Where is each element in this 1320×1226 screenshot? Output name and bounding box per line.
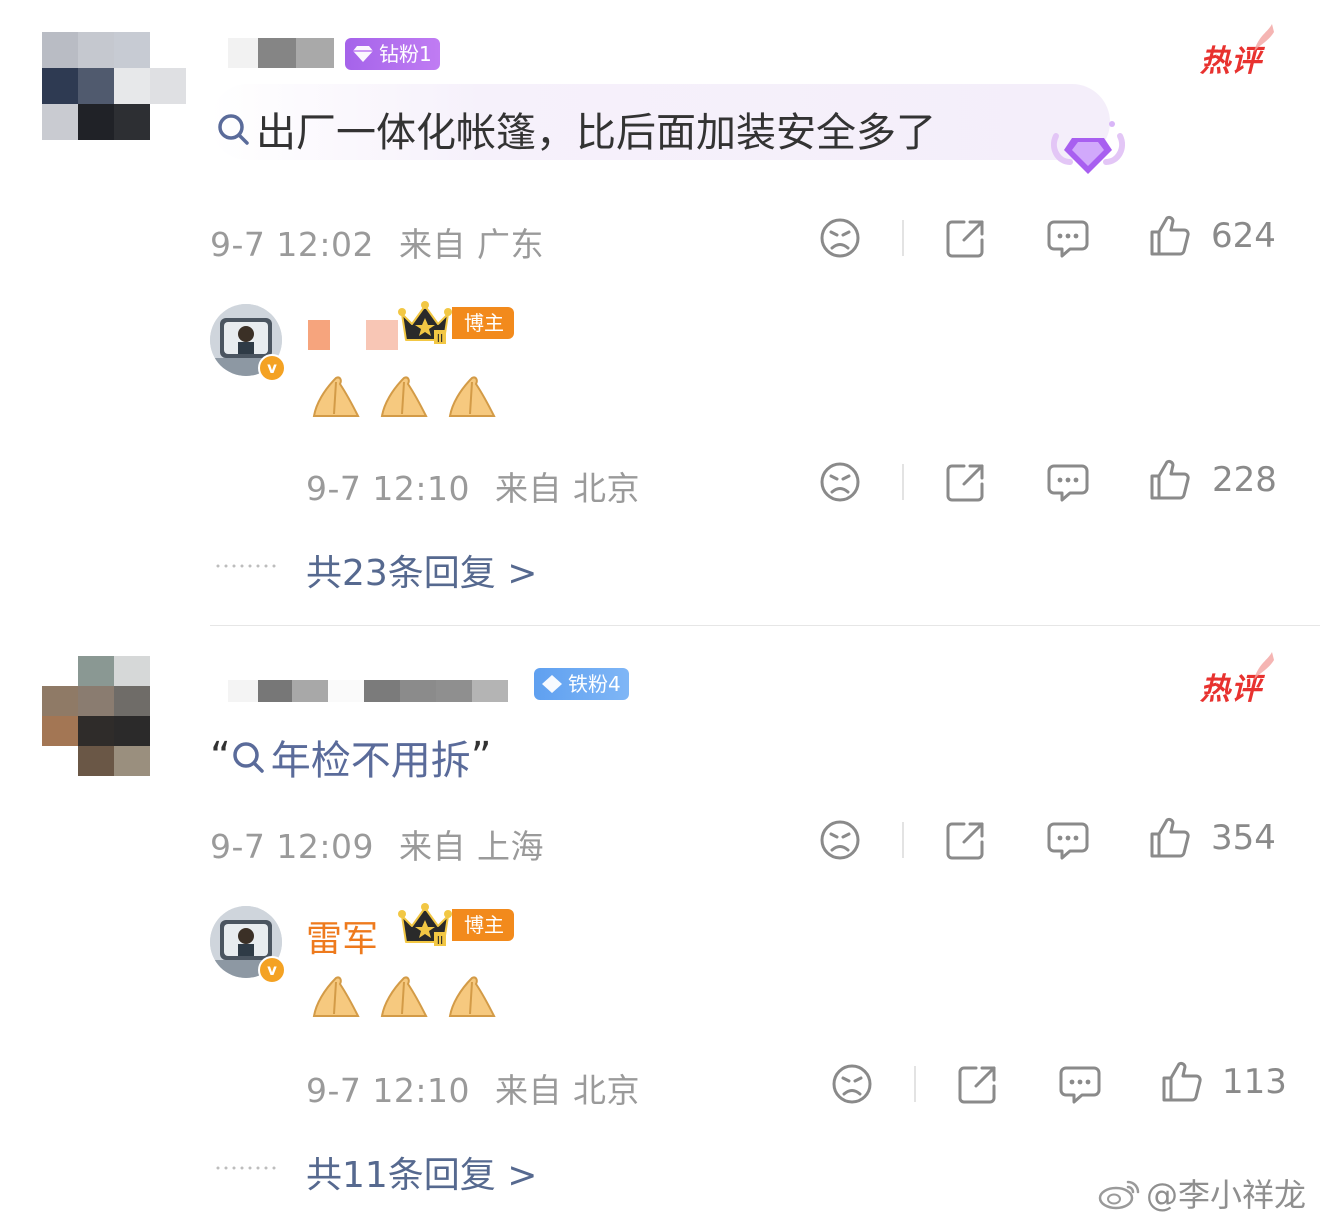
clap-emoji [448, 376, 496, 417]
action-divider [902, 822, 904, 858]
gem-medal-icon [1050, 121, 1126, 174]
weibo-logo-icon [1098, 1180, 1140, 1210]
action-divider [902, 464, 904, 500]
like-count: 354 [1211, 818, 1276, 858]
action-divider [902, 220, 904, 256]
reply-emoji-row [310, 970, 498, 1022]
watermark: @李小祥龙 [1098, 1170, 1306, 1216]
user-name[interactable] [228, 680, 508, 702]
reply-user-name[interactable] [308, 320, 398, 350]
hot-comment-badge: 热评 [1200, 652, 1274, 708]
share-icon[interactable] [956, 1062, 1000, 1106]
search-link[interactable]: 年检不用拆 [231, 728, 471, 786]
blogger-badge-label: 博主 [452, 909, 514, 941]
share-icon[interactable] [944, 216, 988, 260]
user-name[interactable] [228, 38, 334, 68]
comment-icon[interactable] [1046, 460, 1090, 504]
clap-emoji [448, 976, 496, 1017]
dislike-icon[interactable] [818, 818, 862, 862]
reply-meta: 9-7 12:10 来自 北京 [306, 1064, 654, 1112]
like-count: 228 [1212, 460, 1277, 500]
timestamp: 9-7 12:10 [306, 469, 470, 508]
dots-divider [216, 1166, 276, 1170]
comment-body: 出厂一体化帐篷，比后面加装安全多了 [256, 110, 936, 156]
share-icon[interactable] [944, 460, 988, 504]
diamond-icon [353, 46, 373, 62]
location: 来自 广东 [399, 225, 544, 264]
watermark-text: @李小祥龙 [1145, 1176, 1306, 1214]
reply-user-name[interactable]: 雷军 [306, 910, 378, 962]
like-icon[interactable] [1148, 816, 1192, 860]
close-quote: ” [470, 734, 492, 780]
clap-emoji [312, 376, 360, 417]
location: 来自 上海 [399, 827, 544, 866]
location: 来自 北京 [495, 469, 640, 508]
comment-icon[interactable] [1046, 818, 1090, 862]
user-avatar[interactable] [42, 32, 186, 140]
hot-comment-badge: 热评 [1200, 24, 1274, 80]
like-icon[interactable] [1148, 214, 1192, 258]
crown-icon: II [398, 903, 452, 947]
flame-icon [1254, 24, 1274, 52]
crown-icon: II [398, 301, 452, 345]
more-replies-link[interactable]: 共23条回复 > [306, 544, 537, 596]
like-count: 113 [1222, 1062, 1287, 1102]
timestamp: 9-7 12:10 [306, 1071, 470, 1110]
blogger-badge: II 博主 [398, 301, 514, 345]
fan-level-badge: 钻粉1 [345, 38, 440, 70]
search-icon [232, 742, 264, 773]
clap-emoji [312, 976, 360, 1017]
dots-divider [216, 564, 276, 568]
verified-icon: v [258, 956, 286, 984]
like-count: 624 [1211, 216, 1276, 256]
location: 来自 北京 [495, 1071, 640, 1110]
fan-badge-label: 钻粉1 [379, 42, 432, 66]
like-icon[interactable] [1148, 458, 1192, 502]
dislike-icon[interactable] [818, 460, 862, 504]
timestamp: 9-7 12:02 [210, 225, 374, 264]
timestamp: 9-7 12:09 [210, 827, 374, 866]
comment-text: 出厂一体化帐篷，比后面加装安全多了 [216, 100, 936, 158]
clap-emoji [380, 976, 428, 1017]
svg-text:II: II [437, 332, 444, 345]
comment-text: “ 年检不用拆 ” [210, 728, 491, 786]
dislike-icon[interactable] [818, 216, 862, 260]
blogger-badge: II 博主 [398, 903, 514, 947]
verified-icon: v [258, 354, 286, 382]
comment-meta: 9-7 12:02 来自 广东 [210, 218, 558, 266]
fan-level-badge: 铁粉4 [534, 668, 629, 700]
search-icon [218, 114, 249, 145]
diamond-icon [542, 675, 562, 693]
comment-body: 年检不用拆 [270, 738, 471, 784]
share-icon[interactable] [944, 818, 988, 862]
fan-badge-label: 铁粉4 [568, 672, 621, 696]
like-icon[interactable] [1160, 1060, 1204, 1104]
flame-icon [1254, 652, 1274, 680]
comment-icon[interactable] [1058, 1062, 1102, 1106]
more-replies-link[interactable]: 共11条回复 > [306, 1146, 537, 1198]
user-avatar[interactable] [42, 656, 186, 776]
dislike-icon[interactable] [830, 1062, 874, 1106]
svg-text:II: II [437, 934, 444, 947]
open-quote: “ [210, 734, 231, 780]
comment-divider [210, 625, 1320, 626]
comment-icon[interactable] [1046, 216, 1090, 260]
comment-meta: 9-7 12:09 来自 上海 [210, 820, 558, 868]
reply-emoji-row [310, 370, 498, 422]
reply-meta: 9-7 12:10 来自 北京 [306, 462, 654, 510]
action-divider [914, 1066, 916, 1102]
search-link[interactable]: 出厂一体化帐篷，比后面加装安全多了 [216, 100, 936, 158]
blogger-badge-label: 博主 [452, 307, 514, 339]
clap-emoji [380, 376, 428, 417]
